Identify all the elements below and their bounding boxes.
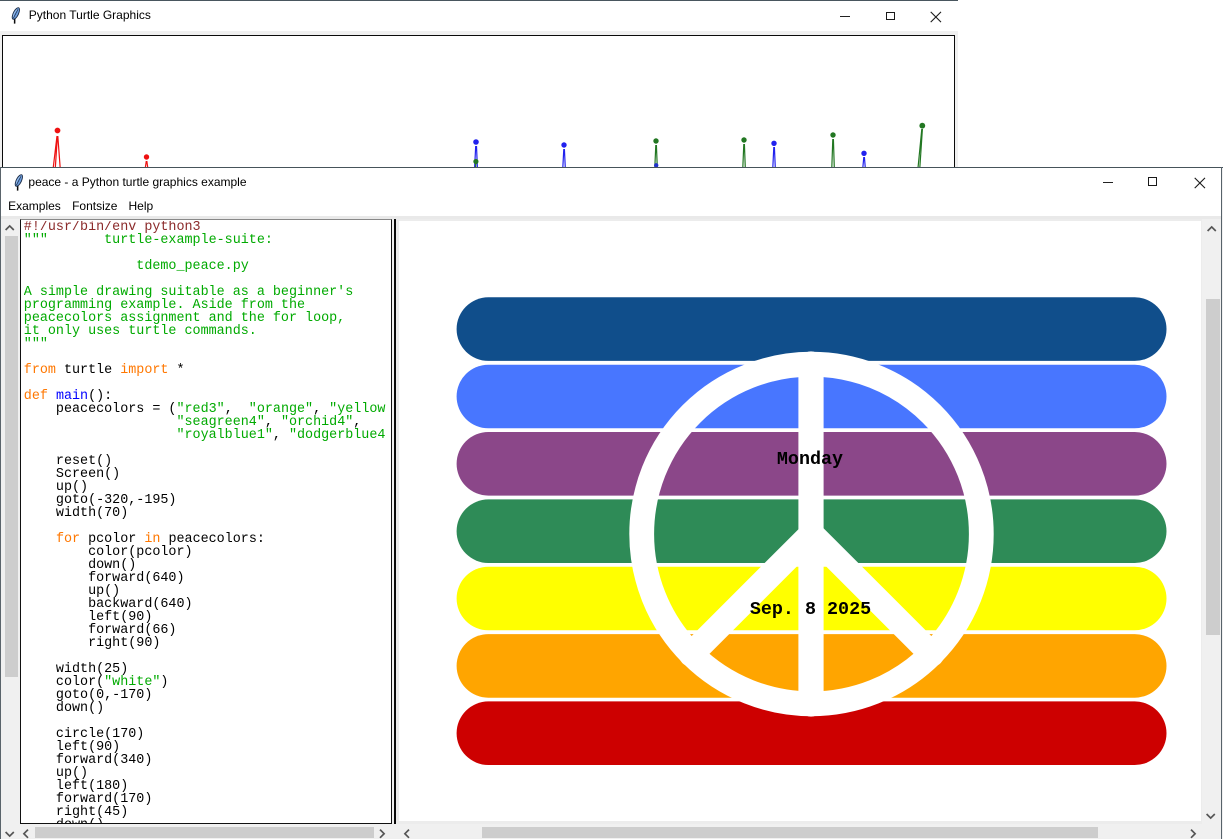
svg-text:Monday: Monday: [777, 449, 843, 470]
svg-text:Sep. 8 2025: Sep. 8 2025: [750, 599, 871, 620]
